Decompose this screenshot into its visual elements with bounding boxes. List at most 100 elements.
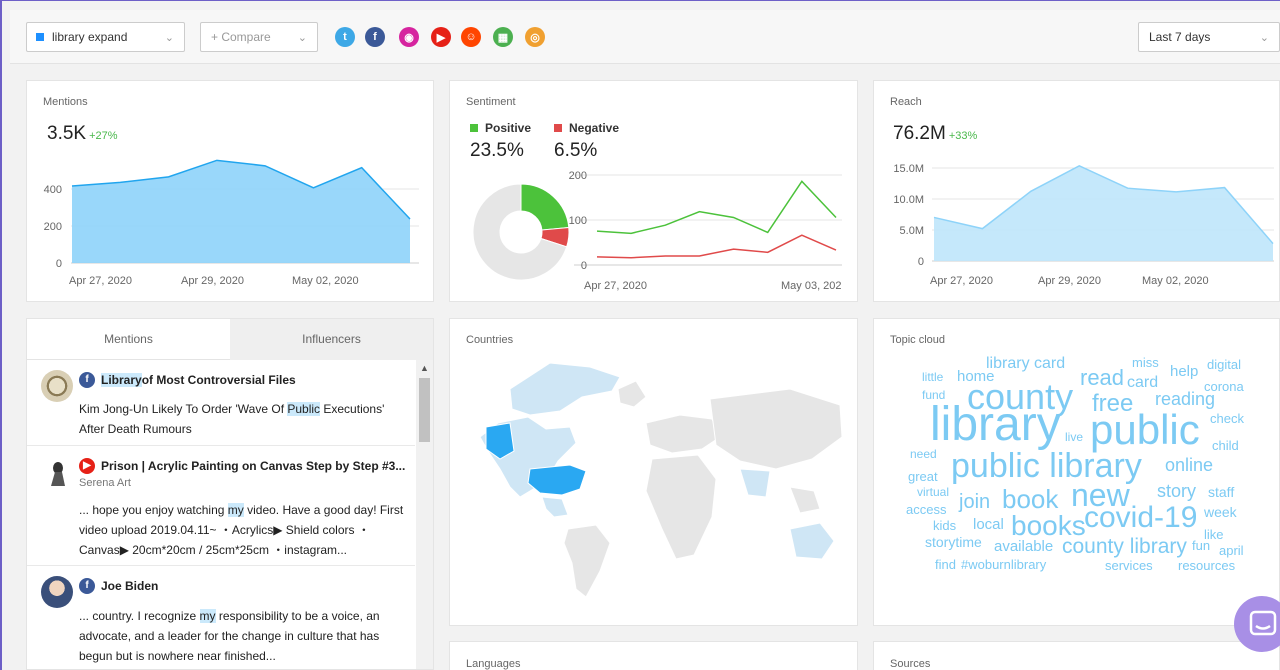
usa-region[interactable] <box>527 464 587 496</box>
mention-title[interactable]: f Library of Most Controversial Files <box>79 372 296 388</box>
sources-card: Sources <box>873 641 1280 670</box>
mention-title[interactable]: f Joe Biden <box>79 578 158 594</box>
topic-word[interactable]: public <box>1090 409 1200 451</box>
youtube-icon: ▶ <box>79 458 95 474</box>
x-tick-label: May 02, 2020 <box>292 275 359 287</box>
body-highlight: my <box>199 609 216 623</box>
topic-word[interactable]: live <box>1065 431 1083 443</box>
feed-tabs: Mentions Influencers <box>27 319 433 360</box>
avatar <box>41 370 73 402</box>
project-select-label: library expand <box>52 30 128 44</box>
list-item[interactable]: f Library of Most Controversial Files Ki… <box>27 360 415 446</box>
body-highlight: Public <box>287 402 321 416</box>
instagram-icon[interactable]: ◉ <box>399 27 419 47</box>
topic-word[interactable]: library <box>930 401 1061 449</box>
sentiment-line-chart: 200 100 0 Apr 27, 2020 May 03, 202 <box>569 170 842 292</box>
topic-word[interactable]: storytime <box>925 535 982 549</box>
reach-chart: 15.0M 10.0M 5.0M 0 Apr 27, 2020 Apr 29, … <box>893 163 1274 287</box>
topic-word[interactable]: april <box>1219 544 1244 557</box>
topic-word[interactable]: need <box>910 448 937 460</box>
australia-region[interactable] <box>789 522 835 560</box>
project-select[interactable]: library expand ⌄ <box>26 22 185 52</box>
topic-word[interactable]: join <box>959 492 990 512</box>
topic-word[interactable]: virtual <box>917 486 949 498</box>
topic-word[interactable]: kids <box>933 519 956 532</box>
arctic-region[interactable] <box>509 362 621 416</box>
topic-word[interactable]: card <box>1127 375 1158 391</box>
topic-word[interactable]: child <box>1212 439 1239 452</box>
topic-word[interactable]: miss <box>1132 356 1159 369</box>
chat-icon <box>1249 610 1277 636</box>
scroll-up-icon[interactable]: ▲ <box>420 363 429 373</box>
twitter-icon[interactable]: t <box>335 27 355 47</box>
topic-word[interactable]: online <box>1165 456 1213 474</box>
y-tick-label: 200 <box>569 170 587 182</box>
topic-word[interactable]: find <box>935 558 956 571</box>
tab-mentions[interactable]: Mentions <box>27 319 230 360</box>
india-region[interactable] <box>739 468 771 498</box>
mention-body: Kim Jong-Un Likely To Order 'Wave Of Pub… <box>79 399 409 439</box>
y-tick-label: 0 <box>56 258 62 270</box>
period-select-label: Last 7 days <box>1149 30 1211 44</box>
topic-word[interactable]: county library <box>1062 536 1187 557</box>
reddit-icon[interactable]: ☺ <box>461 27 481 47</box>
mention-author[interactable]: Serena Art <box>79 477 131 489</box>
avatar <box>41 576 73 608</box>
mention-body: ... country. I recognize my responsibili… <box>79 606 409 666</box>
mentions-feed: Mentions Influencers f Library of Most C… <box>26 318 434 670</box>
title-text: Prison | Acrylic Painting on Canvas Step… <box>101 459 406 473</box>
x-tick-label: Apr 27, 2020 <box>584 280 647 292</box>
scrollbar-thumb[interactable] <box>419 378 430 442</box>
news-icon[interactable]: ◎ <box>525 27 545 47</box>
y-tick-label: 400 <box>44 184 62 196</box>
x-tick-label: Apr 29, 2020 <box>1038 275 1101 287</box>
greenland-region[interactable] <box>617 380 647 408</box>
topic-word[interactable]: read <box>1080 367 1124 389</box>
topic-word[interactable]: services <box>1105 559 1153 572</box>
topic-word[interactable]: available <box>994 539 1053 554</box>
topic-word[interactable]: staff <box>1208 485 1234 499</box>
europe-region[interactable] <box>645 414 721 454</box>
x-tick-label: May 02, 2020 <box>1142 275 1209 287</box>
africa-region[interactable] <box>645 454 717 560</box>
topic-word[interactable]: covid-19 <box>1084 503 1197 533</box>
body-text: ... country. I recognize <box>79 609 200 623</box>
topic-word[interactable]: story <box>1157 482 1196 500</box>
indonesia-region[interactable] <box>789 486 821 514</box>
list-item[interactable]: ▶ Prison | Acrylic Painting on Canvas St… <box>27 446 415 566</box>
sources-card-title: Sources <box>890 658 931 670</box>
topic-word[interactable]: check <box>1210 412 1244 425</box>
mexico-region[interactable] <box>541 496 569 518</box>
chevron-down-icon: ⌄ <box>164 32 174 44</box>
topic-word[interactable]: library card <box>986 356 1065 372</box>
topic-word[interactable]: resources <box>1178 559 1235 572</box>
web-icon[interactable]: ▦ <box>493 27 513 47</box>
topic-word[interactable]: fun <box>1192 539 1210 552</box>
feed-scrollbar[interactable]: ▲ <box>416 360 433 669</box>
period-select[interactable]: Last 7 days ⌄ <box>1138 22 1280 52</box>
topic-word[interactable]: week <box>1204 505 1237 519</box>
topic-word[interactable]: great <box>908 470 938 483</box>
topic-word[interactable]: book <box>1002 486 1058 512</box>
sentiment-series-line <box>596 234 837 259</box>
list-item[interactable]: f Joe Biden ... country. I recognize my … <box>27 566 415 669</box>
tab-influencers[interactable]: Influencers <box>230 319 433 360</box>
title-text: of Most Controversial Files <box>141 373 296 387</box>
asia-region[interactable] <box>709 388 843 470</box>
topic-word[interactable]: digital <box>1207 358 1241 371</box>
topic-word[interactable]: local <box>973 517 1004 532</box>
area-fill <box>72 160 410 263</box>
topic-cloud-card: Topic cloud library card miss help digit… <box>873 318 1280 626</box>
x-tick-label: Apr 27, 2020 <box>69 275 132 287</box>
topic-word[interactable]: help <box>1170 364 1198 379</box>
topic-word[interactable]: little <box>922 371 943 383</box>
mention-title[interactable]: ▶ Prison | Acrylic Painting on Canvas St… <box>79 458 405 474</box>
topic-word[interactable]: access <box>906 503 946 516</box>
south-america-region[interactable] <box>563 524 611 598</box>
topic-word[interactable]: #woburnlibrary <box>961 558 1046 571</box>
y-tick-label: 0 <box>581 260 587 272</box>
compare-select[interactable]: + Compare ⌄ <box>200 22 318 52</box>
world-map[interactable] <box>450 319 859 627</box>
youtube-icon[interactable]: ▶ <box>431 27 451 47</box>
facebook-icon[interactable]: f <box>365 27 385 47</box>
